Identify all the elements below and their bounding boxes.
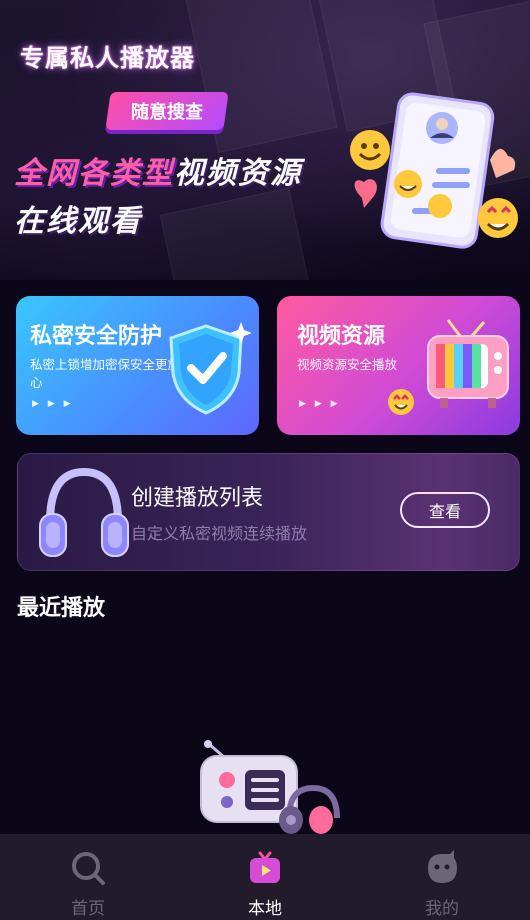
headline-highlight: 全网各类型	[14, 156, 174, 191]
security-feature-card[interactable]: 私密安全防护 私密上锁增加密保安全更放心 ▶ ▶ ▶	[16, 296, 259, 435]
recent-play-heading: 最近播放	[17, 596, 106, 621]
tab-mine-label: 我的	[425, 899, 459, 919]
banner-subheadline: 在线观看	[14, 204, 142, 239]
tab-home-label: 首页	[71, 899, 105, 919]
tv-play-icon	[250, 851, 280, 883]
radio-icon	[200, 740, 340, 834]
search-badge: 随意搜查	[105, 92, 229, 130]
shield-check-icon	[169, 322, 251, 415]
playlist-title: 创建播放列表	[131, 486, 264, 511]
hero-banner[interactable]: 专属私人播放器 随意搜查 全网各类型视频资源 在线观看	[0, 0, 530, 280]
video-card-title: 视频资源	[297, 324, 386, 349]
create-playlist-card[interactable]: 创建播放列表 自定义私密视频连续播放 查看	[17, 453, 520, 571]
headline-rest: 视频资源	[174, 156, 302, 191]
search-icon	[72, 852, 105, 885]
security-card-title: 私密安全防护	[30, 324, 163, 349]
heart-eyes-emoji-icon	[388, 389, 414, 415]
background-film-frame	[159, 187, 313, 280]
video-resource-card[interactable]: 视频资源 视频资源安全播放 ▶ ▶ ▶	[277, 296, 520, 435]
search-badge-label: 随意搜查	[131, 102, 203, 123]
playlist-subtitle: 自定义私密视频连续播放	[131, 524, 308, 543]
tab-local-label: 本地	[248, 899, 282, 919]
retro-tv-icon	[427, 319, 509, 408]
phone-emoji-illustration	[350, 92, 518, 249]
face-icon	[428, 850, 457, 883]
play-arrows-icon: ▶ ▶ ▶	[32, 399, 74, 409]
banner-headline: 全网各类型视频资源	[14, 148, 302, 192]
tab-mine[interactable]: 我的	[354, 834, 530, 920]
tab-home[interactable]: 首页	[0, 834, 176, 920]
app-title: 专属私人播放器	[20, 44, 195, 72]
view-playlist-button[interactable]: 查看	[400, 492, 490, 528]
bottom-tab-bar: 首页 本地 我的	[0, 834, 530, 920]
tab-local[interactable]: 本地	[177, 834, 353, 920]
headphones-icon	[39, 467, 129, 557]
play-arrows-icon: ▶ ▶ ▶	[299, 399, 341, 409]
